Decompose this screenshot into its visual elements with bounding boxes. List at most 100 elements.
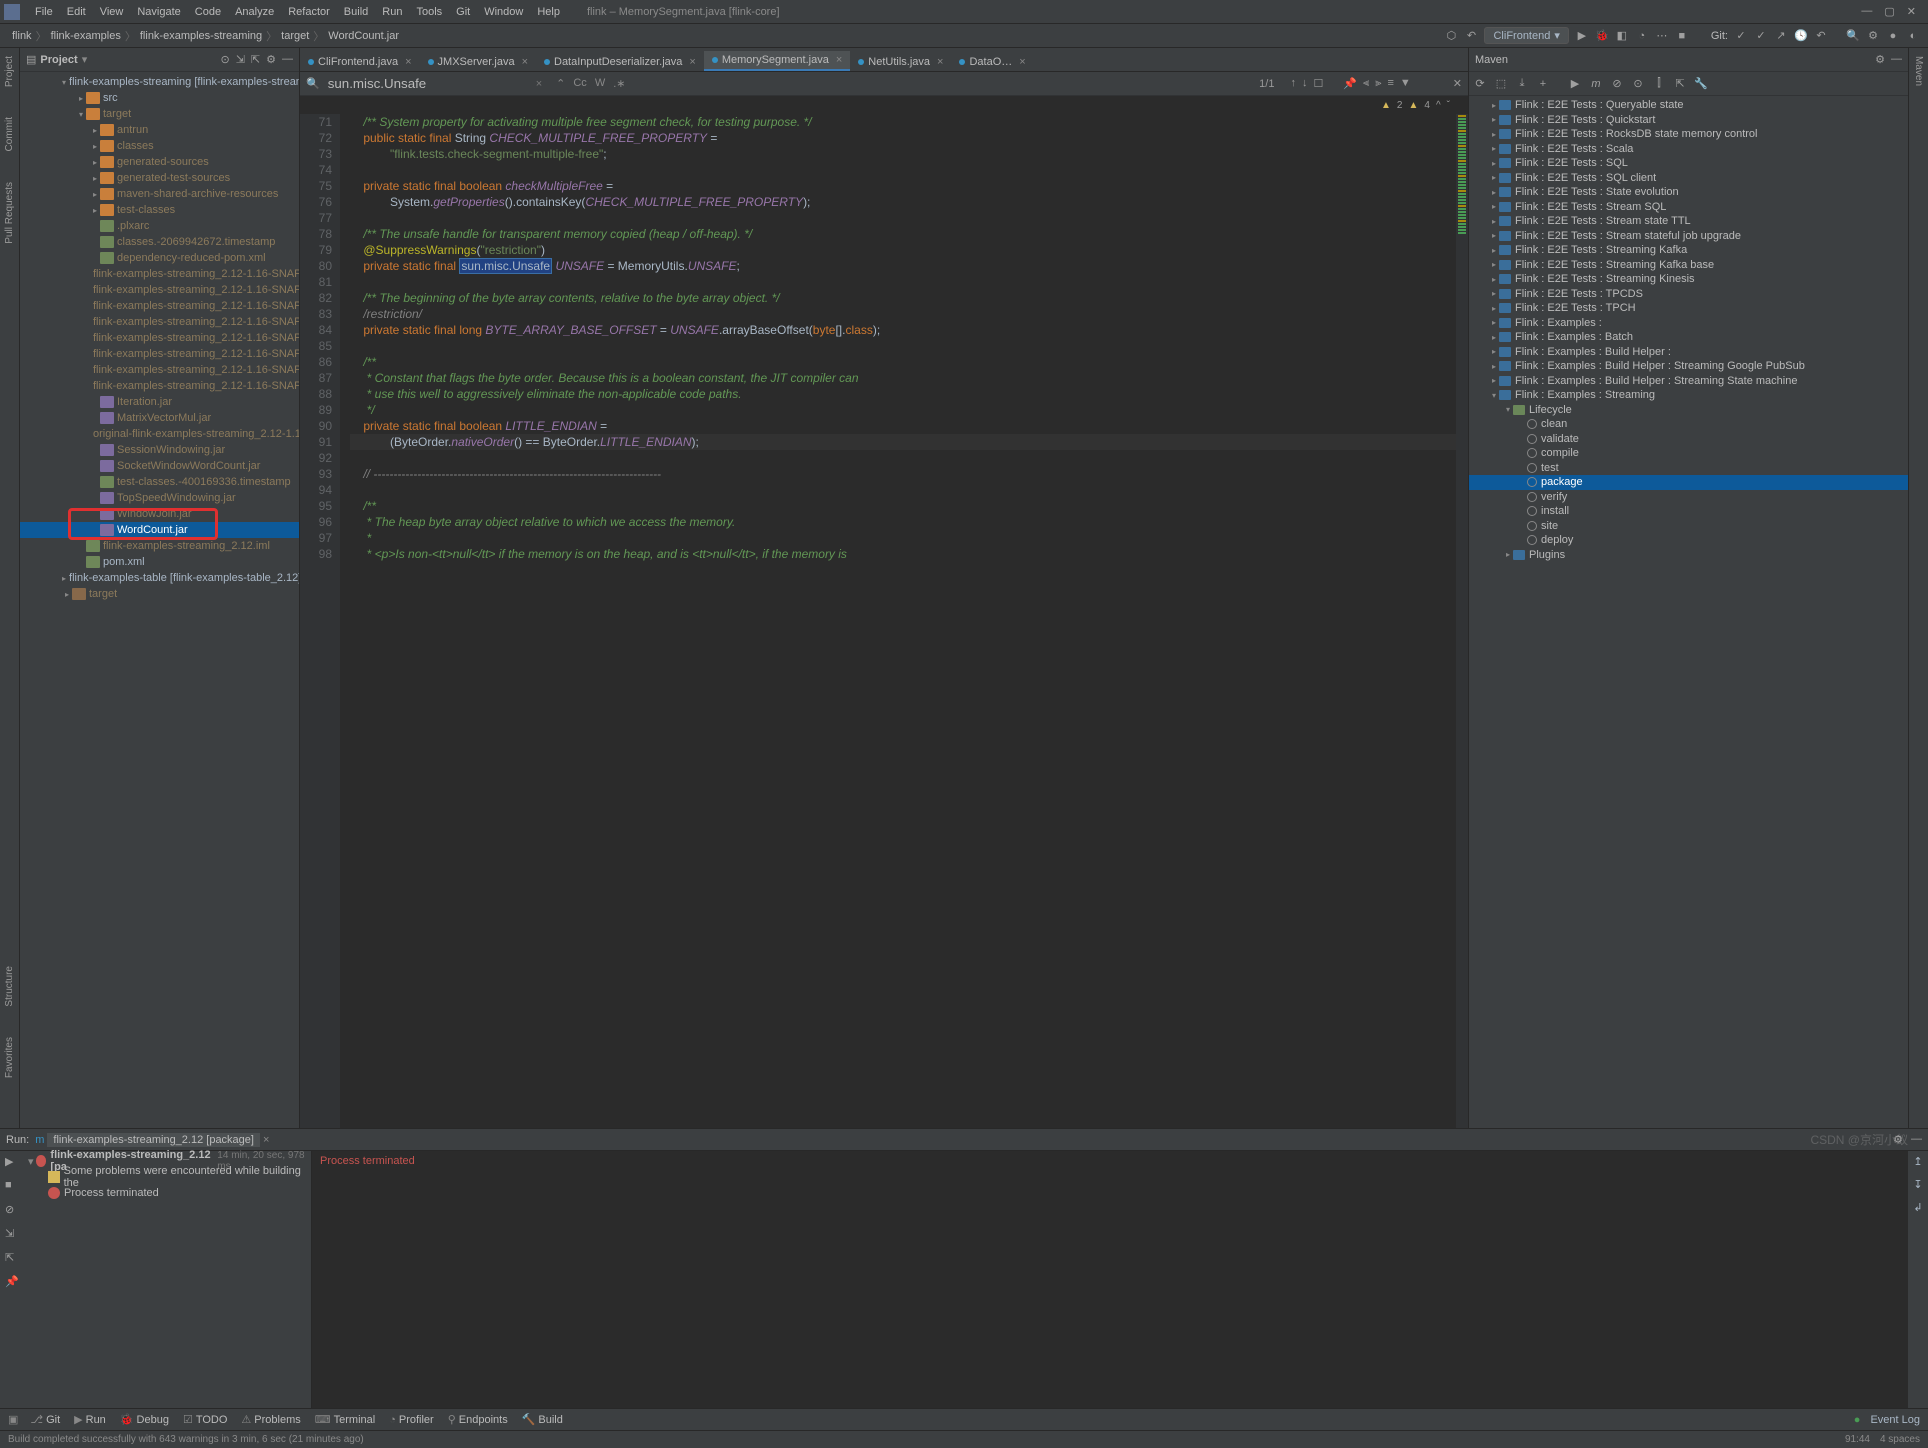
- breadcrumb[interactable]: flink: [8, 30, 36, 42]
- maven-tree-row[interactable]: ▸Plugins: [1469, 548, 1908, 563]
- line-gutter[interactable]: 7172737475767778798081828384858687888990…: [300, 114, 340, 1128]
- maven-generate-icon[interactable]: ⬚: [1494, 77, 1508, 91]
- maven-wrench-icon[interactable]: 🔧: [1694, 77, 1708, 91]
- maven-tree-row[interactable]: validate: [1469, 432, 1908, 447]
- settings-icon[interactable]: ⚙: [1866, 29, 1880, 43]
- find-settings-icon[interactable]: ⫷: [1363, 77, 1369, 90]
- project-tree-row[interactable]: TopSpeedWindowing.jar: [20, 490, 299, 506]
- maximize-icon[interactable]: ▢: [1884, 5, 1894, 18]
- stop-icon[interactable]: ■: [1675, 29, 1689, 43]
- maven-tree-row[interactable]: ▸Flink : E2E Tests : TPCDS: [1469, 287, 1908, 302]
- menu-refactor[interactable]: Refactor: [281, 6, 337, 18]
- git-revert-icon[interactable]: ↶: [1814, 29, 1828, 43]
- editor-tab[interactable]: DataO…×: [951, 53, 1033, 71]
- minimize-icon[interactable]: —: [1861, 5, 1872, 18]
- menu-analyze[interactable]: Analyze: [228, 6, 281, 18]
- maven-tree-row[interactable]: install: [1469, 504, 1908, 519]
- menu-code[interactable]: Code: [188, 6, 228, 18]
- maven-add-icon[interactable]: +: [1536, 77, 1550, 91]
- project-tree-row[interactable]: classes.-2069942672.timestamp: [20, 234, 299, 250]
- rerun-icon[interactable]: ▶: [5, 1155, 19, 1169]
- breadcrumb[interactable]: WordCount.jar: [324, 30, 403, 42]
- caret-position[interactable]: 91:44: [1845, 1434, 1870, 1445]
- attach-icon[interactable]: ⋯: [1655, 29, 1669, 43]
- menu-help[interactable]: Help: [530, 6, 567, 18]
- project-tab[interactable]: Project: [4, 56, 15, 87]
- run-filter-icon[interactable]: ⊘: [5, 1203, 19, 1217]
- find-funnel-icon[interactable]: ▼: [1400, 77, 1411, 90]
- maven-tree-row[interactable]: ▸Flink : E2E Tests : Stream SQL: [1469, 200, 1908, 215]
- run-stop-icon[interactable]: ■: [5, 1179, 19, 1193]
- maven-toggle-offline-icon[interactable]: ⊘: [1610, 77, 1624, 91]
- search-icon[interactable]: 🔍: [1846, 29, 1860, 43]
- coverage-icon[interactable]: ◧: [1615, 29, 1629, 43]
- project-tree-row[interactable]: pom.xml: [20, 554, 299, 570]
- project-tree-row[interactable]: MatrixVectorMul.jar: [20, 410, 299, 426]
- find-more-icon[interactable]: ⫸: [1375, 77, 1381, 90]
- run-config-combo[interactable]: CliFrontend ▾: [1484, 27, 1568, 44]
- pullreq-tab[interactable]: Pull Requests: [4, 182, 15, 244]
- run-collapse-icon[interactable]: ⇱: [5, 1251, 19, 1265]
- settings-icon[interactable]: ⚙: [266, 53, 276, 66]
- git-commit-icon[interactable]: ✓: [1754, 29, 1768, 43]
- project-tree-row[interactable]: WindowJoin.jar: [20, 506, 299, 522]
- maven-tab[interactable]: Maven: [1913, 56, 1924, 86]
- close-icon[interactable]: ✕: [1907, 5, 1916, 18]
- maven-tree-row[interactable]: ▸Flink : E2E Tests : Streaming Kafka bas…: [1469, 258, 1908, 273]
- menu-git[interactable]: Git: [449, 6, 477, 18]
- toolwindow-profiler[interactable]: ◔ Profiler: [389, 1413, 434, 1426]
- project-tree-row[interactable]: flink-examples-streaming_2.12-1.16-SNAPS…: [20, 266, 299, 282]
- maven-tree-row[interactable]: ▾Flink : Examples : Streaming: [1469, 388, 1908, 403]
- maven-tree-row[interactable]: ▸Flink : E2E Tests : SQL: [1469, 156, 1908, 171]
- avatar-icon[interactable]: ●: [1886, 29, 1900, 43]
- find-close-icon[interactable]: ×: [536, 78, 542, 90]
- project-tree-row[interactable]: ▾target: [20, 106, 299, 122]
- toolwindow-problems[interactable]: ⚠ Problems: [241, 1413, 300, 1426]
- maven-tree-row[interactable]: deploy: [1469, 533, 1908, 548]
- project-tree-row[interactable]: ▸flink-examples-table [flink-examples-ta…: [20, 570, 299, 586]
- maven-tree-row[interactable]: test: [1469, 461, 1908, 476]
- project-tree-row[interactable]: flink-examples-streaming_2.12-1.16-SNAPS…: [20, 362, 299, 378]
- match-case-icon[interactable]: Cc: [573, 77, 586, 90]
- breadcrumb[interactable]: flink-examples-streaming: [136, 30, 266, 42]
- maven-tree-row[interactable]: site: [1469, 519, 1908, 534]
- prev-occ-icon[interactable]: ⌃: [556, 77, 565, 90]
- maven-tree-row[interactable]: clean: [1469, 417, 1908, 432]
- error-stripe[interactable]: [1456, 114, 1468, 1128]
- words-icon[interactable]: W: [595, 77, 605, 90]
- select-opened-icon[interactable]: ⊙: [220, 53, 229, 66]
- commit-tab[interactable]: Commit: [4, 117, 15, 151]
- breadcrumb[interactable]: flink-examples: [47, 30, 125, 42]
- maven-tree-row[interactable]: ▸Flink : E2E Tests : Streaming Kafka: [1469, 243, 1908, 258]
- maven-tree-row[interactable]: ▸Flink : Examples : Build Helper : Strea…: [1469, 374, 1908, 389]
- project-tree-row[interactable]: WordCount.jar: [20, 522, 299, 538]
- project-tree-row[interactable]: ▸classes: [20, 138, 299, 154]
- maven-tree-row[interactable]: ▸Flink : Examples : Batch: [1469, 330, 1908, 345]
- maven-tree-row[interactable]: ▸Flink : E2E Tests : RocksDB state memor…: [1469, 127, 1908, 142]
- project-tree-row[interactable]: ▸maven-shared-archive-resources: [20, 186, 299, 202]
- editor-tab[interactable]: MemorySegment.java×: [704, 51, 850, 71]
- maven-tree-row[interactable]: ▸Flink : Examples : Build Helper :: [1469, 345, 1908, 360]
- project-tree-row[interactable]: flink-examples-streaming_2.12-1.16-SNAPS…: [20, 346, 299, 362]
- breadcrumb[interactable]: target: [277, 30, 313, 42]
- editor-tab[interactable]: CliFrontend.java×: [300, 53, 420, 71]
- project-tree-row[interactable]: original-flink-examples-streaming_2.12-1…: [20, 426, 299, 442]
- editor-tab[interactable]: JMXServer.java×: [420, 53, 536, 71]
- project-tree-row[interactable]: dependency-reduced-pom.xml: [20, 250, 299, 266]
- project-tree-row[interactable]: flink-examples-streaming_2.12-1.16-SNAPS…: [20, 314, 299, 330]
- maven-tree-row[interactable]: ▸Flink : E2E Tests : Streaming Kinesis: [1469, 272, 1908, 287]
- regex-icon[interactable]: .∗: [613, 77, 625, 90]
- maven-tree-row[interactable]: compile: [1469, 446, 1908, 461]
- maven-exec-icon[interactable]: m: [1589, 77, 1603, 91]
- find-down-icon[interactable]: ↓: [1302, 77, 1308, 90]
- project-tree-row[interactable]: test-classes.-400169336.timestamp: [20, 474, 299, 490]
- find-close-bar-icon[interactable]: ✕: [1453, 77, 1462, 90]
- maven-hide-icon[interactable]: —: [1891, 53, 1902, 66]
- maven-tree-row[interactable]: ▸Flink : Examples : Build Helper : Strea…: [1469, 359, 1908, 374]
- run-tab-name[interactable]: flink-examples-streaming_2.12 [package]: [47, 1133, 260, 1147]
- project-dropdown-icon[interactable]: ▾: [82, 53, 88, 66]
- maven-tree-row[interactable]: ▾Lifecycle: [1469, 403, 1908, 418]
- event-log-button[interactable]: Event Log: [1870, 1414, 1920, 1426]
- run-pin-icon[interactable]: 📌: [5, 1275, 19, 1289]
- maven-tree-row[interactable]: ▸Flink : E2E Tests : Stream stateful job…: [1469, 229, 1908, 244]
